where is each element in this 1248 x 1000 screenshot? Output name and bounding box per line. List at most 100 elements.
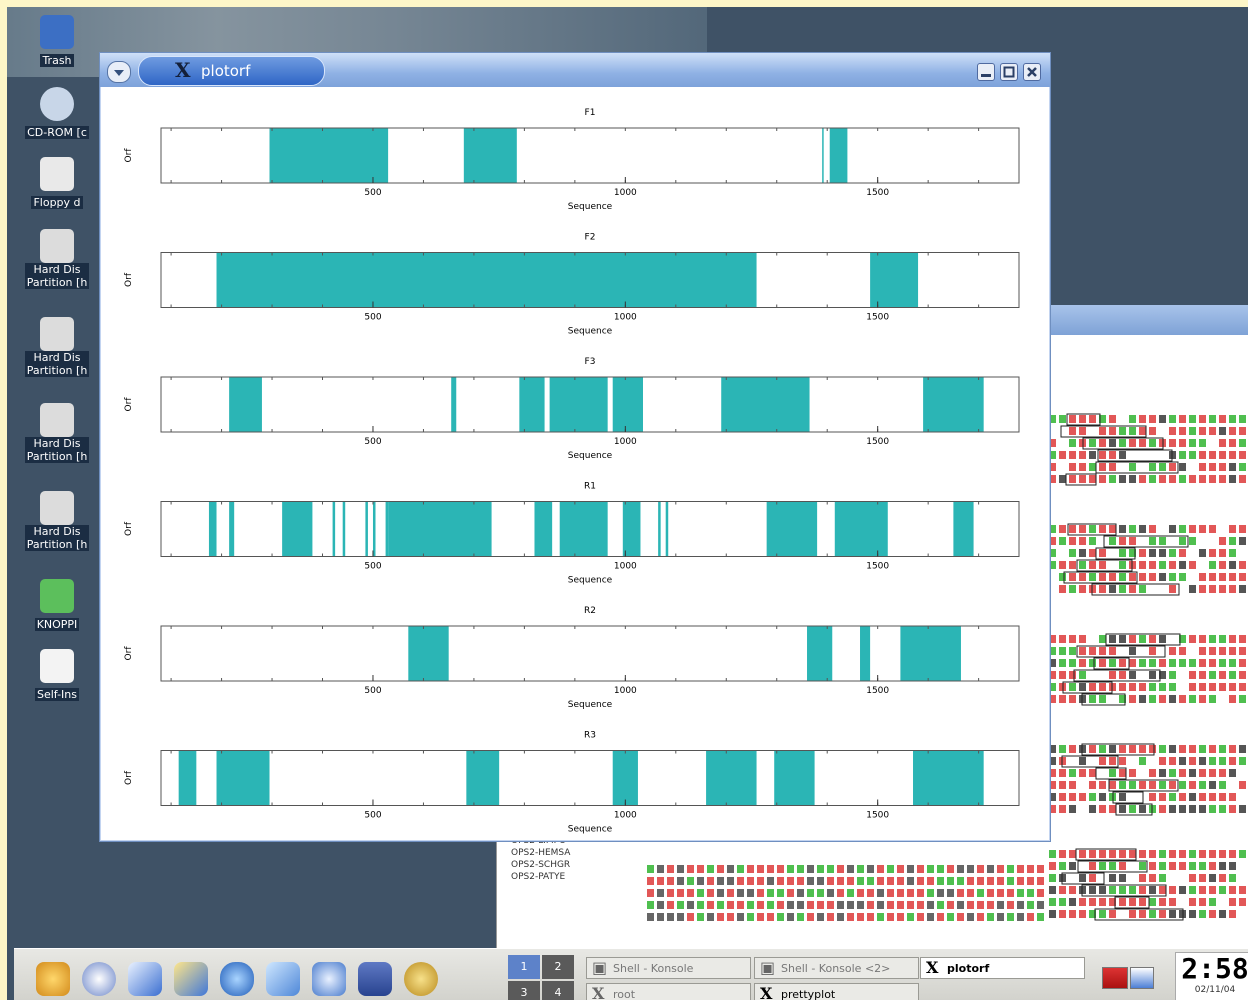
x-tick-label: 500	[364, 437, 381, 447]
alignment-residue	[877, 865, 884, 873]
task-shell-konsole[interactable]: ▣ Shell - Konsole	[586, 957, 751, 979]
alignment-residue	[1079, 757, 1086, 765]
alignment-residue	[1099, 898, 1106, 906]
plotorf-window[interactable]: X plotorf F1 500 1000 1500 Sequence Orf F2 500 1…	[99, 52, 1051, 842]
desktop-icon-1[interactable]: CD-ROM [c	[7, 87, 107, 140]
alignment-residue	[1159, 561, 1166, 569]
alignment-residue	[1229, 757, 1236, 765]
alignment-residue	[1099, 427, 1106, 435]
desktop-icon-0[interactable]: Trash	[7, 15, 107, 68]
kmail-icon[interactable]	[266, 962, 300, 996]
office-app-icon[interactable]	[358, 962, 392, 996]
alignment-residue	[697, 889, 704, 897]
alignment-residue	[1079, 898, 1086, 906]
keyboard-layout-icon[interactable]	[1102, 967, 1128, 989]
alignment-residue	[967, 901, 974, 909]
task-prettyplot[interactable]: Xprettyplot	[754, 983, 919, 1000]
alignment-residue	[1109, 647, 1116, 655]
alignment-residue	[1169, 886, 1176, 894]
alignment-residue	[857, 901, 864, 909]
alignment-residue	[1179, 463, 1186, 471]
alignment-residue	[1149, 561, 1156, 569]
desktop-icon-4[interactable]: Hard Dis Partition [h	[7, 317, 107, 378]
desktop-icon-6[interactable]: Hard Dis Partition [h	[7, 491, 107, 552]
alignment-residue	[1219, 573, 1226, 581]
alignment-residue	[947, 865, 954, 873]
x-app-icon: X	[926, 958, 939, 977]
alignment-residue	[1219, 525, 1226, 533]
alignment-residue	[1189, 525, 1196, 533]
alignment-residue	[1169, 659, 1176, 667]
alignment-residue	[1189, 695, 1196, 703]
desktop-icon-8[interactable]: Self-Ins	[7, 649, 107, 702]
alignment-residue	[1189, 805, 1196, 813]
close-button[interactable]	[1023, 63, 1041, 81]
alignment-residue	[1239, 647, 1246, 655]
alignment-residue	[957, 913, 964, 921]
alignment-residue	[1089, 874, 1096, 882]
alignment-residue	[1159, 463, 1166, 471]
alignment-residue	[1069, 463, 1076, 471]
alignment-residue	[1219, 793, 1226, 801]
minimize-button[interactable]	[977, 63, 995, 81]
alignment-residue	[1139, 573, 1146, 581]
alignment-residue	[1099, 683, 1106, 691]
alignment-residue	[1109, 549, 1116, 557]
task-plotorf[interactable]: Xplotorf	[920, 957, 1085, 979]
orf-bar	[612, 377, 643, 432]
alignment-residue	[1159, 793, 1166, 801]
taskbar: 1 2 3 4 ▣ Shell - Konsole ▣ Shell - Konsol…	[14, 948, 1248, 1000]
clock[interactable]: 2:58 02/11/04	[1175, 952, 1248, 1000]
window-menu-button[interactable]	[107, 61, 131, 83]
orf-bar	[216, 252, 757, 308]
alignment-residue	[1089, 805, 1096, 813]
kmenu-launcher[interactable]	[36, 962, 70, 996]
alignment-residue	[1049, 886, 1056, 894]
alignment-residue	[1189, 862, 1196, 870]
alignment-residue	[737, 877, 744, 885]
desktop-icon-5[interactable]: Hard Dis Partition [h	[7, 403, 107, 464]
alignment-residue	[817, 913, 824, 921]
alignment-residue	[1069, 683, 1076, 691]
network-search-icon[interactable]	[312, 962, 346, 996]
alignment-residue	[757, 865, 764, 873]
alignment-residue	[1027, 877, 1034, 885]
alignment-residue	[887, 901, 894, 909]
task-root[interactable]: Xroot	[586, 983, 751, 1000]
konqueror-icon[interactable]	[220, 962, 254, 996]
desktop-icon-2[interactable]: Floppy d	[7, 157, 107, 210]
alignment-residue	[1129, 415, 1136, 423]
alignment-residue	[1049, 898, 1056, 906]
alignment-residue	[1109, 525, 1116, 533]
tray-app-icon[interactable]	[1130, 967, 1154, 989]
alignment-residue	[1139, 439, 1146, 447]
alignment-residue	[1179, 850, 1186, 858]
alignment-residue	[1229, 647, 1236, 655]
alignment-residue	[1229, 769, 1236, 777]
window-title: plotorf	[201, 62, 251, 80]
alignment-residue	[907, 877, 914, 885]
alignment-residue	[1109, 561, 1116, 569]
alignment-residue	[1229, 415, 1236, 423]
pager-desktop-3[interactable]: 3	[508, 981, 540, 1000]
desktop-icon-3[interactable]: Hard Dis Partition [h	[7, 229, 107, 290]
orf-bar	[385, 501, 389, 557]
alignment-residue	[1119, 745, 1126, 753]
alignment-residue	[1119, 573, 1126, 581]
orf-bar	[834, 501, 888, 557]
gear-icon[interactable]	[404, 962, 438, 996]
pager-desktop-2[interactable]: 2	[542, 955, 574, 979]
alignment-residue	[1069, 415, 1076, 423]
alignment-residue	[1027, 889, 1034, 897]
pager-desktop-1[interactable]: 1	[508, 955, 540, 979]
alignment-residue	[1089, 525, 1096, 533]
home-folder-icon[interactable]	[128, 962, 162, 996]
pager-desktop-4[interactable]: 4	[542, 981, 574, 1000]
lifebuoy-help-icon[interactable]	[82, 962, 116, 996]
desktop-icon-7[interactable]: KNOPPI	[7, 579, 107, 632]
window-titlebar[interactable]: X plotorf	[100, 53, 1050, 87]
alignment-residue	[1119, 683, 1126, 691]
task-shell-konsole-2[interactable]: ▣ Shell - Konsole <2>	[754, 957, 919, 979]
control-center-icon[interactable]	[174, 962, 208, 996]
maximize-button[interactable]	[1000, 63, 1018, 81]
